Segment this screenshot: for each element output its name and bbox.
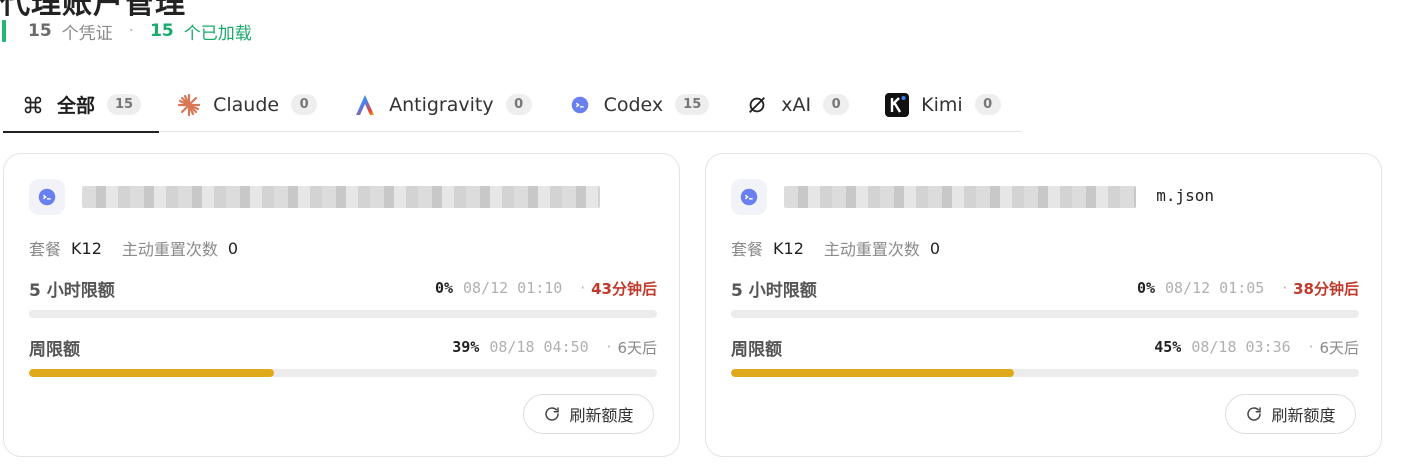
credential-card: m.json 套餐 K12 主动重置次数 0 5 小时限额 0% 08/12 0… [705,153,1382,457]
quota-progress-fill [29,369,274,377]
codex-icon [29,179,65,215]
quota-separator: · [580,279,586,297]
credential-file-name [82,186,602,208]
provider-tabs: 全部 15 Claude 0 Antigravity 0 Codex 15 xA… [3,78,1022,133]
redacted-filename [784,186,1136,208]
quota-percent: 39% [452,338,480,356]
quota-title: 5 小时限额 [731,280,817,301]
plan-info: 套餐 K12 主动重置次数 0 [29,236,238,260]
total-count: 15 [28,21,52,41]
refresh-quota-button[interactable]: 刷新额度 [523,394,654,434]
credential-file-name: m.json [784,186,1214,208]
tab-count: 0 [505,94,532,115]
refresh-icon [543,405,561,423]
tab-label: xAI [781,93,812,116]
quota-weekly: 周限额 39% 08/18 04:50 · 6天后 [29,335,657,377]
stats-separator: · [128,21,135,41]
quota-progress-fill [731,369,1014,377]
quota-progress-track [29,369,657,377]
antigravity-icon [353,93,377,117]
credential-stats: 15 个凭证 · 15 个已加载 [0,18,252,44]
app-root: 代理账户管理 15 个凭证 · 15 个已加载 全部 15 Claude 0 A… [0,0,1406,468]
reset-label: 主动重置次数 [121,240,218,259]
loaded-count: 15 [150,21,174,41]
tab-antigravity[interactable]: Antigravity 0 [335,78,550,132]
kimi-icon [885,92,910,117]
quota-weekly: 周限额 45% 08/18 03:36 · 6天后 [731,335,1359,377]
refresh-icon [1245,405,1263,423]
file-name-tail: m.json [1154,186,1214,205]
tab-all[interactable]: 全部 15 [3,78,160,133]
codex-icon [568,93,592,117]
quota-progress-track [29,310,657,318]
quota-reset-time: 08/12 01:05 [1165,279,1265,297]
tab-count: 0 [291,94,318,115]
xai-icon [745,93,769,117]
quota-title: 周限额 [731,339,782,360]
quota-relative-time: 38分钟后 [1293,279,1359,298]
reset-count: 0 [227,238,239,258]
quota-separator: · [1308,338,1314,356]
tab-label: Antigravity [389,93,494,116]
quota-reset-time: 08/18 03:36 [1191,338,1291,356]
claude-spark-icon [177,93,201,117]
tab-count: 0 [974,94,1001,115]
plan-value: K12 [773,238,804,258]
reset-label: 主动重置次数 [823,240,920,259]
total-label: 个凭证 [61,23,113,44]
credential-card: 套餐 K12 主动重置次数 0 5 小时限额 0% 08/12 01:10 · … [3,153,680,457]
codex-icon [731,179,767,215]
quota-reset-time: 08/12 01:10 [463,279,563,297]
quota-relative-time: 6天后 [617,338,657,357]
refresh-label: 刷新额度 [1271,406,1336,425]
quota-percent: 0% [1136,279,1155,297]
plan-label: 套餐 [29,240,62,259]
tab-count: 0 [823,94,850,115]
quota-separator: · [1282,279,1288,297]
loaded-label: 个已加载 [183,23,252,44]
quota-title: 周限额 [29,339,80,360]
redacted-filename [82,186,600,208]
stats-accent-bar [2,20,6,42]
quota-separator: · [606,338,612,356]
tab-label: Claude [213,93,280,116]
quota-reset-time: 08/18 04:50 [489,338,589,356]
tab-xai[interactable]: xAI 0 [727,78,867,132]
reset-count: 0 [929,238,941,258]
plan-label: 套餐 [731,240,764,259]
refresh-label: 刷新额度 [569,406,634,425]
plan-value: K12 [71,238,102,258]
tab-kimi[interactable]: Kimi 0 [867,78,1019,132]
quota-progress-track [731,369,1359,377]
refresh-quota-button[interactable]: 刷新额度 [1225,394,1356,434]
tab-count: 15 [107,94,142,115]
tab-count: 15 [675,94,710,115]
quota-percent: 45% [1154,338,1182,356]
quota-title: 5 小时限额 [29,280,115,301]
tab-codex[interactable]: Codex 15 [550,78,728,132]
quota-5h: 5 小时限额 0% 08/12 01:10 · 43分钟后 [29,276,657,318]
command-icon [21,93,45,117]
quota-5h: 5 小时限额 0% 08/12 01:05 · 38分钟后 [731,276,1359,318]
quota-relative-time: 6天后 [1319,338,1359,357]
quota-progress-track [731,310,1359,318]
quota-percent: 0% [434,279,453,297]
quota-relative-time: 43分钟后 [591,279,657,298]
tab-label: Codex [603,93,664,116]
plan-info: 套餐 K12 主动重置次数 0 [731,236,940,260]
tab-label: 全部 [57,95,96,117]
tab-label: Kimi [921,93,963,116]
tab-claude[interactable]: Claude 0 [159,78,335,132]
